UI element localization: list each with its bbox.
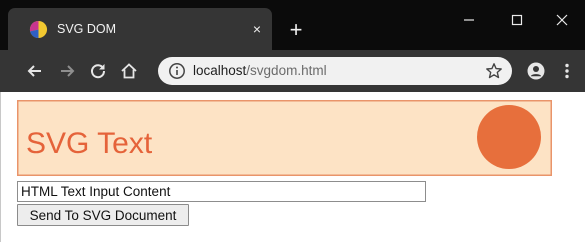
html-text-input[interactable] [17,181,426,202]
reload-icon [91,64,106,79]
home-button[interactable] [118,60,140,82]
back-button[interactable] [24,60,46,82]
new-tab-button[interactable]: + [283,17,309,43]
tab-title: SVG DOM [57,22,117,36]
page-viewport: SVG Text Send To SVG Document [0,92,585,242]
address-url[interactable]: localhost/svgdom.html [193,63,327,79]
info-circle-icon[interactable] [168,62,186,80]
tab-close-icon[interactable]: × [248,20,266,38]
url-host: localhost [193,63,247,78]
back-arrow-icon [27,65,41,77]
maximize-window-button[interactable] [494,4,540,36]
home-icon [121,63,137,79]
star-outline-icon[interactable] [485,62,503,80]
url-path: /svgdom.html [246,63,327,78]
browser-title-bar: SVG DOM × + [0,0,585,50]
reload-button[interactable] [87,60,109,82]
maximize-icon [511,14,523,26]
browser-tab-svg-dom[interactable]: SVG DOM × [8,8,272,50]
svg-document: SVG Text [17,100,552,176]
minimize-window-button[interactable] [446,4,492,36]
kebab-menu-icon [565,63,569,79]
svg-text: SVG Text [26,127,153,160]
minimize-icon [464,19,474,21]
svg-dom-favicon-icon [29,20,48,39]
browser-menu-button[interactable] [556,60,578,82]
profile-button[interactable] [525,60,547,82]
send-to-svg-button[interactable]: Send To SVG Document [17,204,189,226]
account-circle-icon [527,62,545,80]
address-bar[interactable]: localhost/svgdom.html [158,57,512,85]
close-window-button[interactable] [539,4,585,36]
close-icon [556,14,568,26]
forward-button[interactable] [56,60,78,82]
svg-circle [477,105,541,169]
forward-arrow-icon [61,65,75,77]
